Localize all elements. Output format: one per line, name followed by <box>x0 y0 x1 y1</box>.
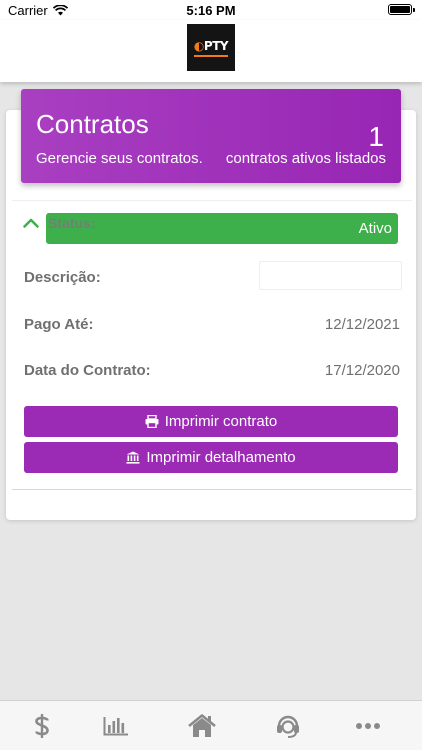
clock: 5:16 PM <box>186 3 236 18</box>
logo-underline <box>194 54 228 57</box>
page-subtitle: Gerencie seus contratos. <box>36 150 203 167</box>
tab-reports[interactable] <box>74 701 158 750</box>
description-field[interactable] <box>259 261 402 290</box>
status-bar: Carrier 5:16 PM <box>0 0 422 20</box>
logo-o-icon: ◐ <box>193 38 204 53</box>
bank-icon <box>126 451 140 464</box>
contracts-banner: Contratos Gerencie seus contratos. 1 con… <box>21 89 401 183</box>
active-contracts-label: contratos ativos listados <box>225 150 386 167</box>
active-contracts-count: 1 <box>368 121 384 152</box>
description-row: Descrição: <box>24 261 402 291</box>
tab-support[interactable] <box>246 701 330 750</box>
status-label: Status: <box>48 215 96 231</box>
contract-date-row: Data do Contrato: 17/12/2020 <box>24 362 400 384</box>
tab-more[interactable] <box>326 701 410 750</box>
status-value: Ativo <box>358 220 392 237</box>
tab-bar <box>0 700 422 750</box>
bar-chart-icon <box>103 717 128 736</box>
print-contract-label: Imprimir contrato <box>164 413 278 430</box>
tab-home[interactable] <box>160 701 244 750</box>
tab-financial[interactable] <box>0 701 84 750</box>
paid-until-label: Pago Até: <box>24 316 94 333</box>
more-icon <box>356 723 380 729</box>
printer-icon <box>145 415 159 428</box>
chevron-up-icon[interactable] <box>23 218 39 228</box>
print-details-button[interactable]: Imprimir detalhamento <box>24 442 398 473</box>
opty-logo[interactable]: ◐PTY <box>187 24 235 71</box>
contract-date-value: 17/12/2020 <box>324 362 400 379</box>
paid-until-value: 12/12/2021 <box>324 316 400 333</box>
print-contract-button[interactable]: Imprimir contrato <box>24 406 398 437</box>
page-title: Contratos <box>36 109 149 139</box>
battery-icon <box>388 4 415 15</box>
paid-until-row: Pago Até: 12/12/2021 <box>24 316 400 338</box>
app-header: ◐PTY <box>0 20 422 82</box>
home-icon <box>188 714 216 737</box>
contract-item: Status: Ativo Descrição: Pago Até: 12/12… <box>12 200 412 490</box>
description-label: Descrição: <box>24 269 101 286</box>
headset-icon <box>277 715 299 738</box>
contract-date-label: Data do Contrato: <box>24 362 151 379</box>
dollar-icon <box>35 714 49 738</box>
print-details-label: Imprimir detalhamento <box>146 449 296 466</box>
logo-text: PTY <box>203 38 229 53</box>
status-badge: Status: Ativo <box>46 213 398 244</box>
